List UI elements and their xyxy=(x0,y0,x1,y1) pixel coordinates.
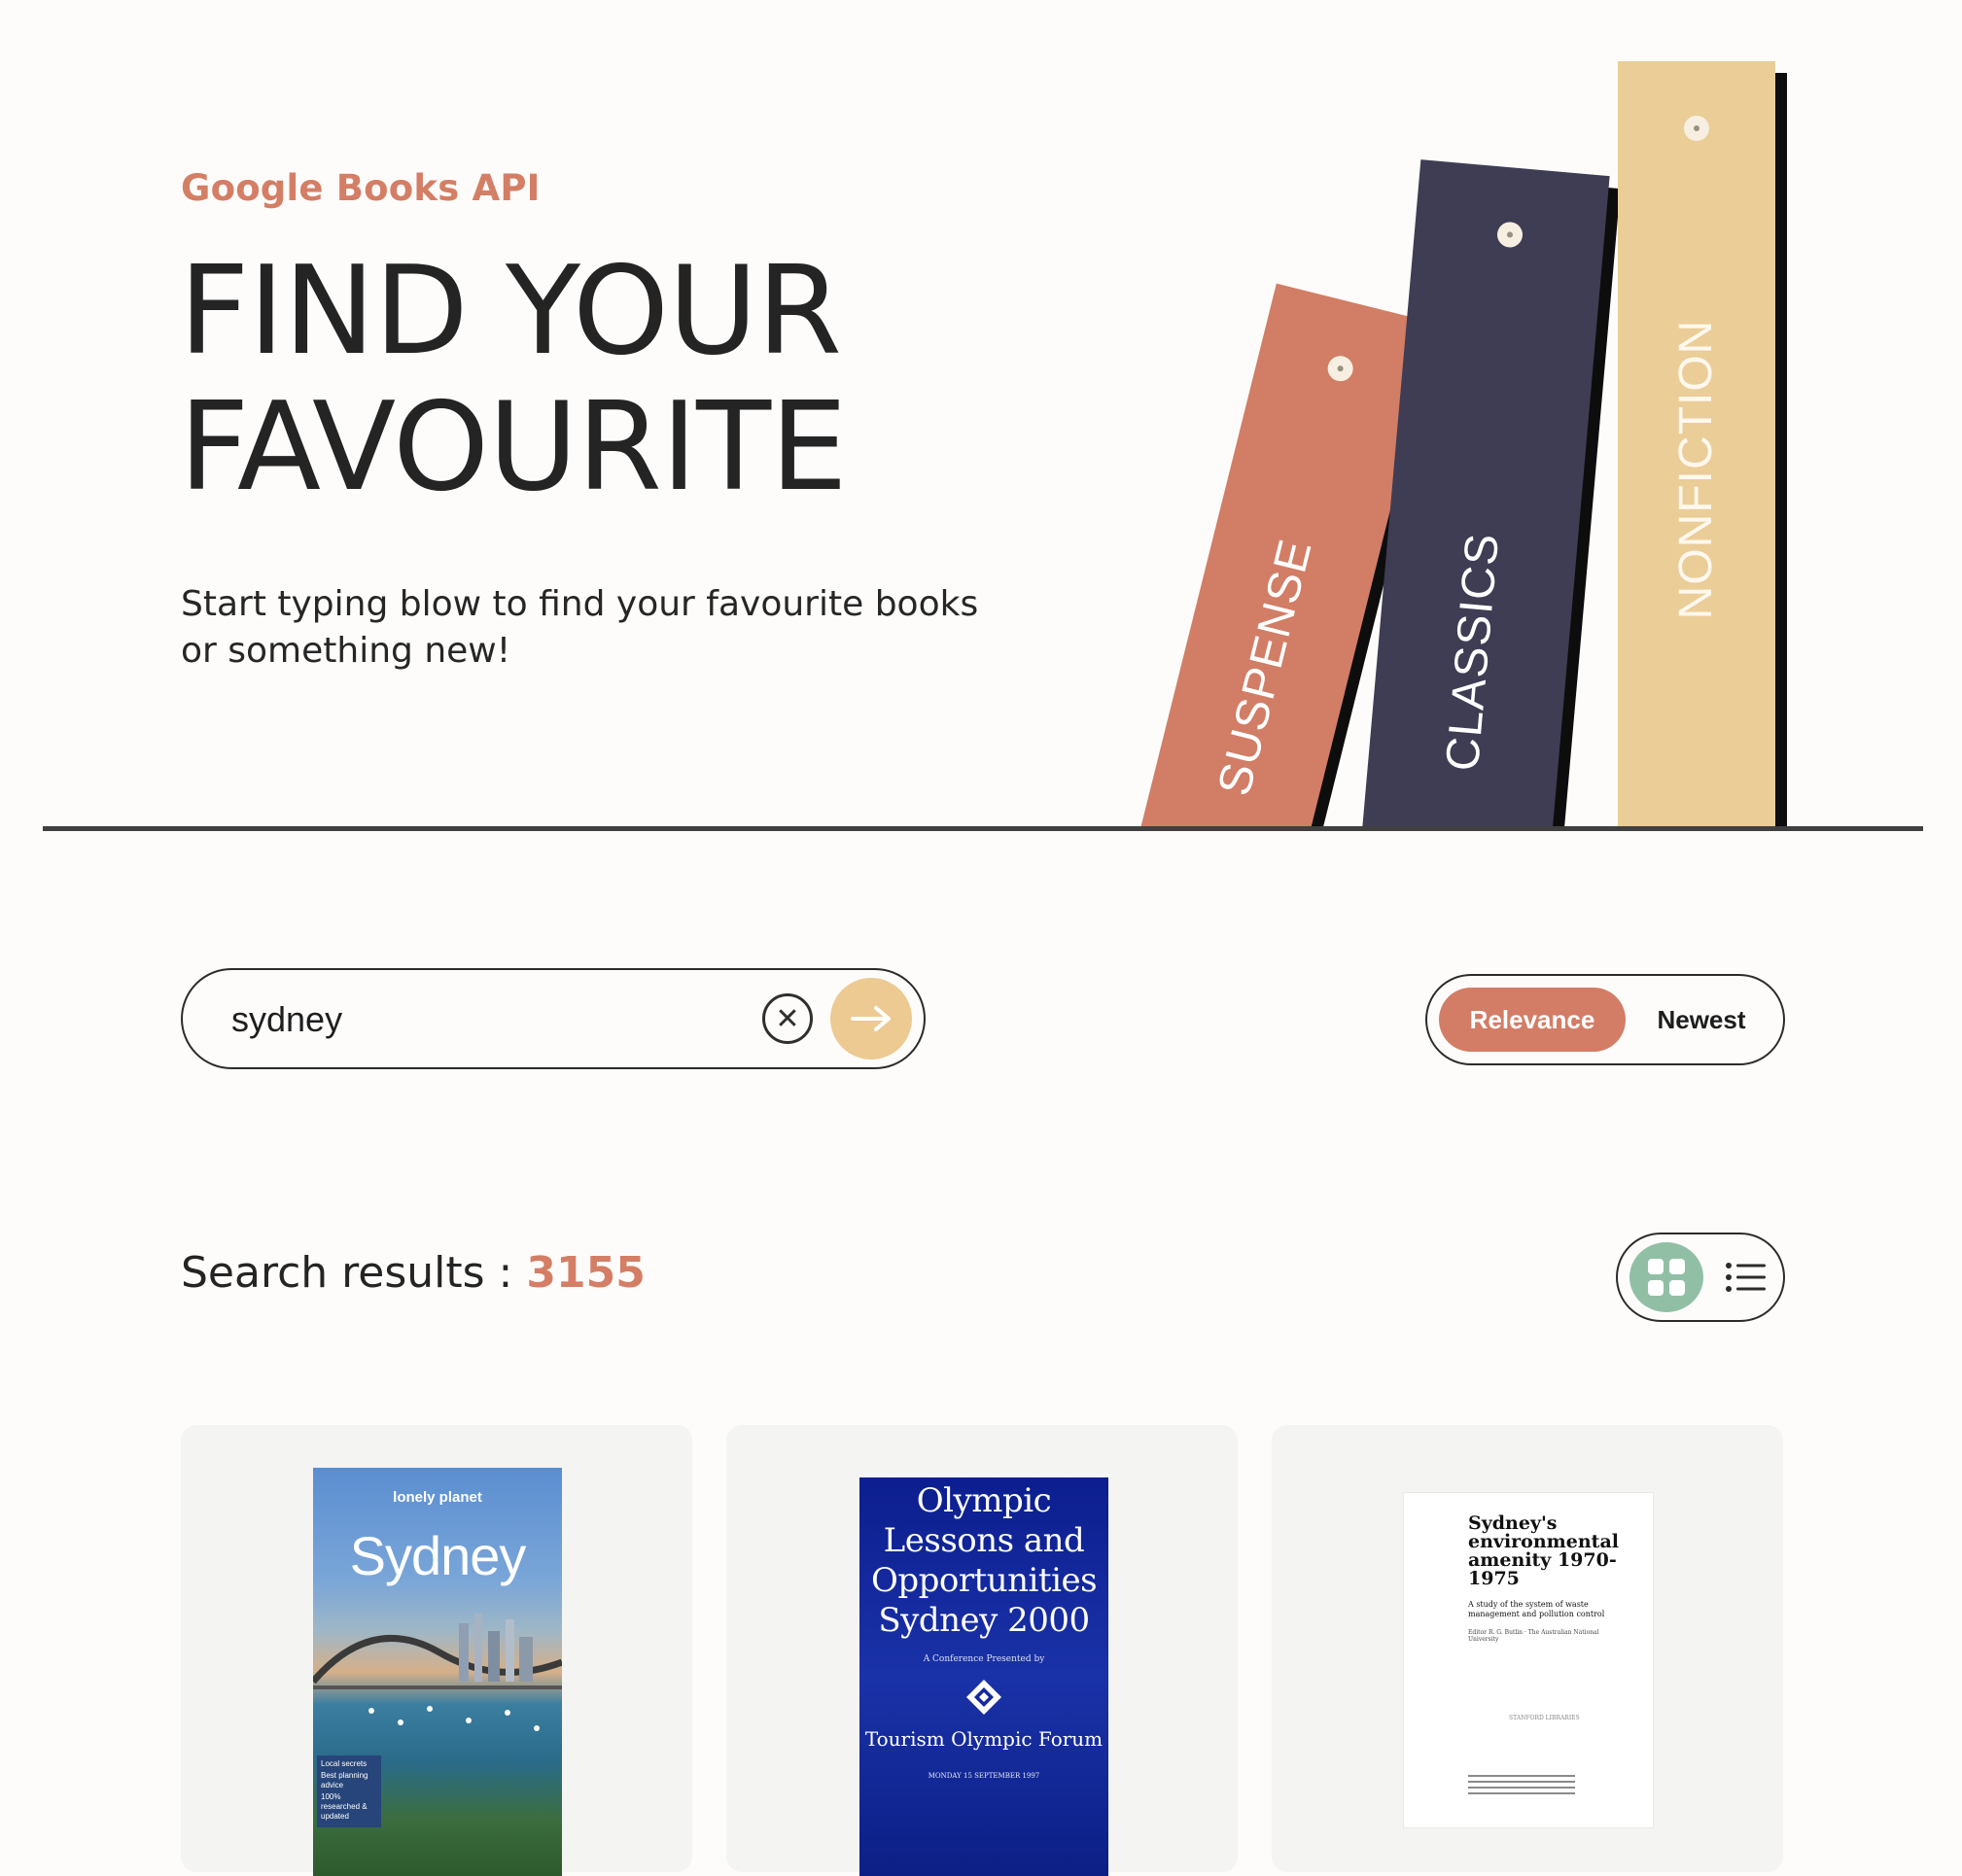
cover-title: Sydney's environmental amenity 1970-1975 xyxy=(1468,1512,1619,1589)
grid-view-button[interactable] xyxy=(1629,1242,1703,1312)
bookshelf-illustration: SUSPENSE CLASSICS NONFICTION xyxy=(0,0,1962,828)
search-input[interactable] xyxy=(229,991,719,1048)
search-bar: ✕ xyxy=(181,968,926,1069)
book-cover: Sydney's environmental amenity 1970-1975… xyxy=(1404,1493,1653,1827)
cover-footer: MONDAY 15 SEPTEMBER 1997 xyxy=(928,1772,1040,1780)
book-genre-label: SUSPENSE xyxy=(1209,534,1322,801)
book-card[interactable]: Olympic Lessons and Opportunities Sydney… xyxy=(726,1425,1238,1876)
cover-title: Sydney xyxy=(349,1525,527,1586)
book-card[interactable]: lonely planet Sydney Local secrets Best … xyxy=(181,1425,692,1876)
list-view-button[interactable] xyxy=(1719,1250,1773,1304)
book-genre-label: CLASSICS xyxy=(1436,531,1509,774)
book-cover: Olympic Lessons and Opportunities Sydney… xyxy=(859,1477,1108,1876)
results-count: 3155 xyxy=(526,1248,646,1298)
cover-subtitle: A study of the system of waste managemen… xyxy=(1468,1600,1605,1618)
search-submit-button[interactable] xyxy=(830,978,912,1060)
view-toggle xyxy=(1616,1233,1785,1322)
list-icon xyxy=(1726,1263,1766,1292)
sort-toggle: Relevance Newest xyxy=(1425,974,1785,1065)
cover-subtitle: A Conference Presented by xyxy=(923,1654,1045,1664)
book-knob-icon xyxy=(1684,116,1709,141)
sort-newest-button[interactable]: Newest xyxy=(1633,988,1769,1052)
arrow-right-icon xyxy=(851,1006,891,1031)
cover-tag: 100% researched & updated xyxy=(321,1792,368,1821)
results-heading: Search results : 3155 xyxy=(181,1248,646,1298)
cover-editor: Editor R. G. Butlin · The Australian Nat… xyxy=(1468,1629,1599,1643)
results-label: Search results : xyxy=(181,1248,527,1298)
cover-organisation: Tourism Olympic Forum xyxy=(864,1727,1104,1751)
cover-tags: Local secrets Best planning advice 100% … xyxy=(317,1755,381,1827)
cover-fine-print xyxy=(1468,1775,1575,1798)
cover-tag: Local secrets xyxy=(321,1759,368,1768)
cover-publisher: STANFORD LIBRARIES xyxy=(1509,1715,1580,1721)
x-circle-icon: ✕ xyxy=(775,1002,800,1035)
book-card[interactable]: Sydney's environmental amenity 1970-1975… xyxy=(1272,1425,1783,1872)
book-cover: lonely planet Sydney Local secrets Best … xyxy=(313,1468,562,1876)
grid-icon xyxy=(1648,1259,1685,1296)
shelf-line xyxy=(43,826,1923,831)
genre-book-nonfiction[interactable]: NONFICTION xyxy=(1618,61,1787,828)
cover-tag: Best planning advice xyxy=(321,1771,368,1789)
cover-title: Olympic Lessons and Opportunities Sydney… xyxy=(870,1481,1098,1640)
genre-book-classics[interactable]: CLASSICS xyxy=(1361,159,1621,828)
harbour-bridge-illustration xyxy=(313,1614,562,1731)
forum-logo-icon xyxy=(966,1680,1001,1715)
cover-brand: lonely planet xyxy=(393,1489,482,1506)
sort-relevance-button[interactable]: Relevance xyxy=(1439,988,1626,1052)
clear-search-button[interactable]: ✕ xyxy=(762,993,813,1044)
